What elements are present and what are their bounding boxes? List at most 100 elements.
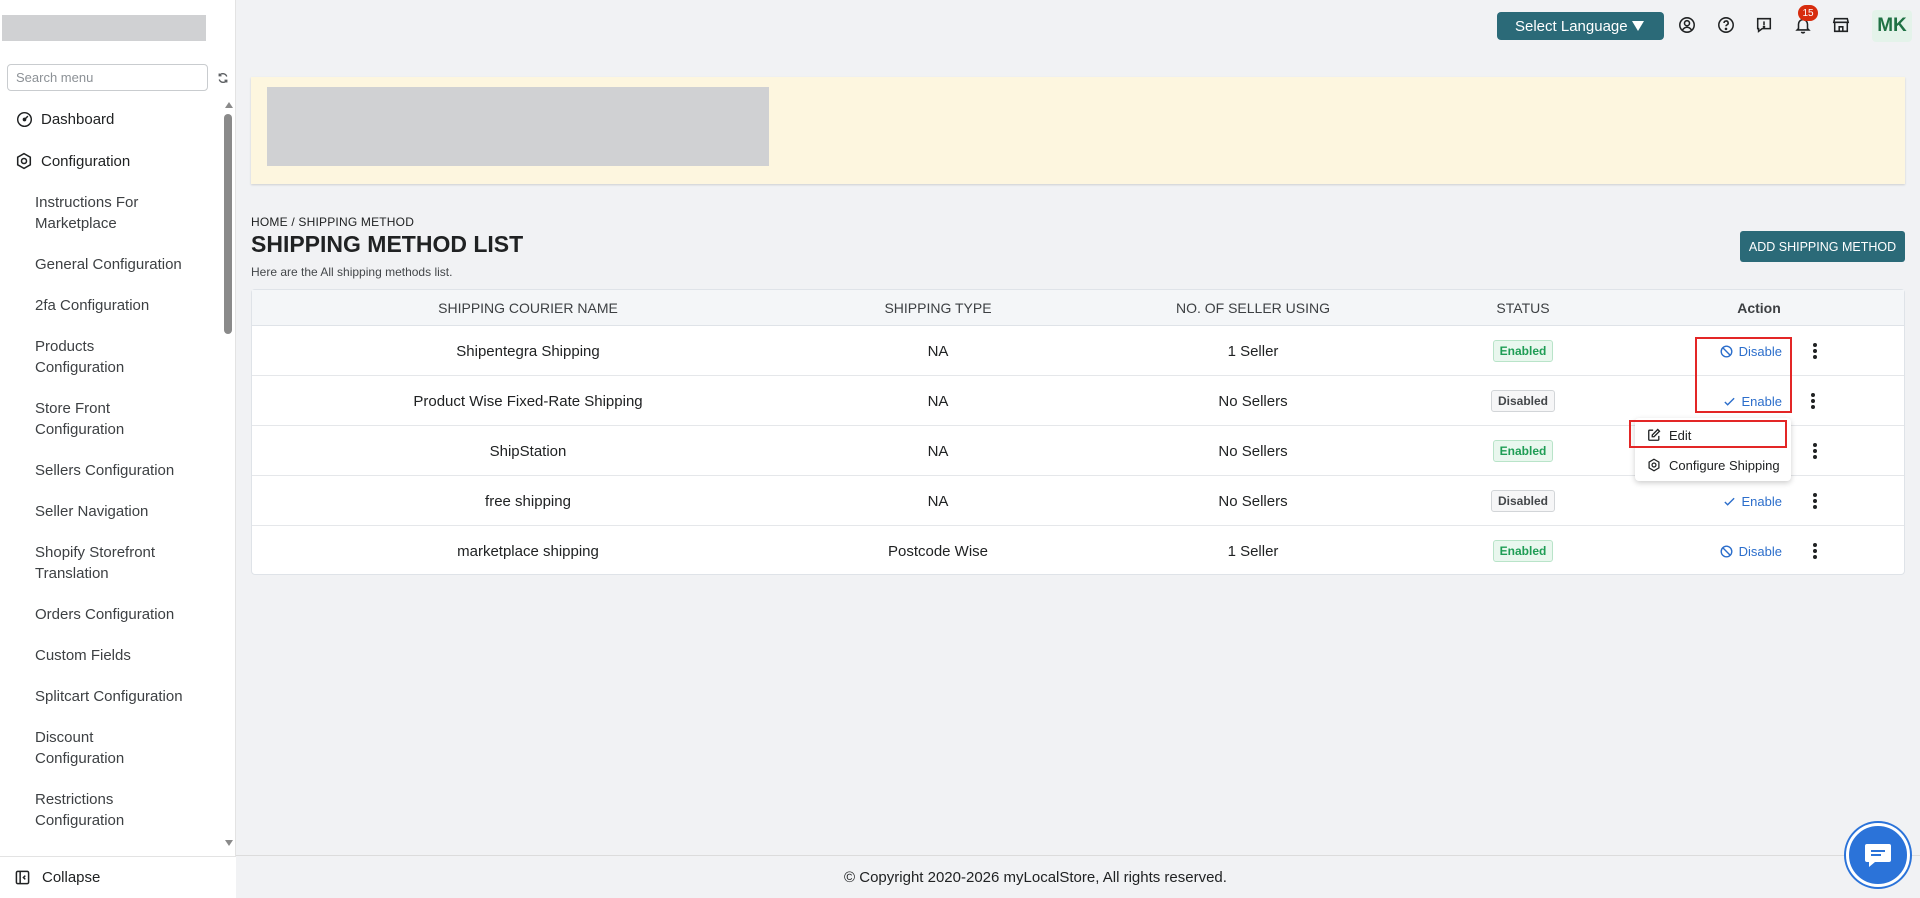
sidebar-menu: Dashboard Configuration Instructions For… [0,98,222,850]
enable-button[interactable]: Enable [1723,394,1782,409]
hexagon-settings-icon [1647,458,1661,472]
sidebar-subitem-orders[interactable]: Orders Configuration [0,594,222,635]
courier-name: ShipStation [489,442,567,460]
feedback-icon[interactable] [1754,15,1774,35]
more-actions-icon[interactable] [1805,341,1825,361]
sidebar-subitem-custom-fields[interactable]: Custom Fields [0,635,222,676]
scroll-up-arrow-icon[interactable] [225,102,233,108]
seller-count: 1 Seller [1227,542,1279,560]
table-row: marketplace shipping Postcode Wise 1 Sel… [252,526,1904,576]
shipping-type: NA [927,392,949,410]
sidebar-subitem-instructions[interactable]: Instructions For Marketplace [0,182,150,244]
topbar: Select Language 15 MK [236,0,1920,52]
sidebar-item-label: Dashboard [41,110,115,128]
edit-menu-item[interactable]: Edit [1635,420,1791,450]
shipping-type: NA [927,492,949,510]
copyright-text: © Copyright 2020-2026 myLocalStore, All … [844,868,1227,886]
notification-count-badge: 15 [1798,5,1818,21]
gauge-icon [15,110,33,128]
shipping-type: NA [927,342,949,360]
status-badge: Disabled [1490,390,1555,412]
enable-button[interactable]: Enable [1723,494,1782,509]
courier-name: free shipping [485,492,571,510]
more-actions-icon[interactable] [1803,391,1823,411]
collapse-label: Collapse [42,869,101,886]
more-actions-icon[interactable] [1805,541,1825,561]
help-circle-icon[interactable] [1716,15,1736,35]
sidebar-subitem-2fa[interactable]: 2fa Configuration [0,285,222,326]
hexagon-settings-icon [15,152,33,170]
column-header-action: Action [1737,300,1781,316]
chat-support-button[interactable] [1846,823,1910,887]
courier-name: Shipentegra Shipping [456,342,600,360]
menu-search-row [7,64,231,91]
seller-count: No Sellers [1218,442,1288,460]
action-label: Disable [1738,343,1782,359]
sidebar-subitem-storefront[interactable]: Store Front Configuration [0,388,140,450]
collapse-button[interactable]: Collapse [0,856,236,898]
collapse-sidebar-icon [15,870,30,885]
menu-search-input[interactable] [7,64,208,91]
configure-shipping-label: Configure Shipping [1669,457,1780,473]
sidebar-subitem-discount[interactable]: Discount Configuration [0,717,140,779]
store-icon[interactable] [1831,15,1851,35]
sidebar-subitem-sellers[interactable]: Sellers Configuration [0,450,222,491]
check-icon [1723,495,1736,508]
sidebar-subitem-general[interactable]: General Configuration [0,244,222,285]
column-header-courier: SHIPPING COURIER NAME [438,300,618,316]
ban-icon [1720,345,1733,358]
user-circle-icon[interactable] [1677,15,1697,35]
configure-shipping-menu-item[interactable]: Configure Shipping [1635,450,1791,480]
scroll-down-arrow-icon[interactable] [225,840,233,846]
sidebar-scrollbar[interactable] [222,98,234,850]
seller-count: No Sellers [1218,492,1288,510]
table-row: Shipentegra Shipping NA 1 Seller Enabled… [252,326,1904,376]
sidebar-item-dashboard[interactable]: Dashboard [0,98,222,140]
disable-button[interactable]: Disable [1720,344,1782,359]
footer: © Copyright 2020-2026 myLocalStore, All … [236,855,1920,898]
table-row: free shipping NA No Sellers Disabled Ena… [252,476,1904,526]
caret-down-icon [1631,21,1644,31]
seller-count: No Sellers [1218,392,1288,410]
column-header-sellers: NO. OF SELLER USING [1175,300,1331,316]
sidebar-subitem-restrictions[interactable]: Restrictions Configuration [0,779,140,841]
refresh-icon[interactable] [215,70,231,86]
table-header: SHIPPING COURIER NAME SHIPPING TYPE NO. … [252,290,1904,326]
sidebar: Dashboard Configuration Instructions For… [0,0,236,898]
status-badge: Enabled [1492,540,1554,562]
status-badge: Disabled [1490,490,1555,512]
breadcrumb[interactable]: HOME / SHIPPING METHOD [251,215,414,229]
store-logo [2,15,206,41]
avatar[interactable]: MK [1872,10,1912,42]
seller-count: 1 Seller [1227,342,1279,360]
select-language-button[interactable]: Select Language [1497,12,1664,40]
add-shipping-method-button[interactable]: ADD SHIPPING METHOD [1740,231,1905,262]
check-icon [1723,395,1736,408]
sidebar-subitem-storefront-translation[interactable]: Shopify Storefront Translation [0,532,170,594]
announcement-banner [251,77,1905,184]
courier-name: marketplace shipping [457,542,599,560]
shipping-type: Postcode Wise [887,542,989,560]
more-actions-icon[interactable] [1805,491,1825,511]
action-label: Enable [1741,493,1782,509]
sidebar-item-label: Configuration [41,152,131,170]
sidebar-subitem-seller-navigation[interactable]: Seller Navigation [0,491,222,532]
shipping-type: NA [927,442,949,460]
edit-label: Edit [1669,427,1692,443]
scrollbar-thumb[interactable] [224,114,232,334]
more-actions-icon[interactable] [1805,441,1825,461]
action-label: Disable [1738,543,1782,559]
courier-name: Product Wise Fixed-Rate Shipping [413,392,643,410]
sidebar-item-configuration[interactable]: Configuration [0,140,222,182]
page-title: SHIPPING METHOD LIST [251,231,524,257]
language-label: Select Language [1515,17,1628,35]
page-subtitle: Here are the All shipping methods list. [251,265,453,279]
action-label: Enable [1741,393,1782,409]
row-actions-dropdown: Edit Configure Shipping [1635,418,1791,481]
disable-button[interactable]: Disable [1720,544,1782,559]
sidebar-subitem-splitcart[interactable]: Splitcart Configuration [0,676,222,717]
banner-image [267,87,769,166]
chat-icon [1863,841,1893,869]
status-badge: Enabled [1492,440,1554,462]
sidebar-subitem-products[interactable]: Products Configuration [0,326,140,388]
